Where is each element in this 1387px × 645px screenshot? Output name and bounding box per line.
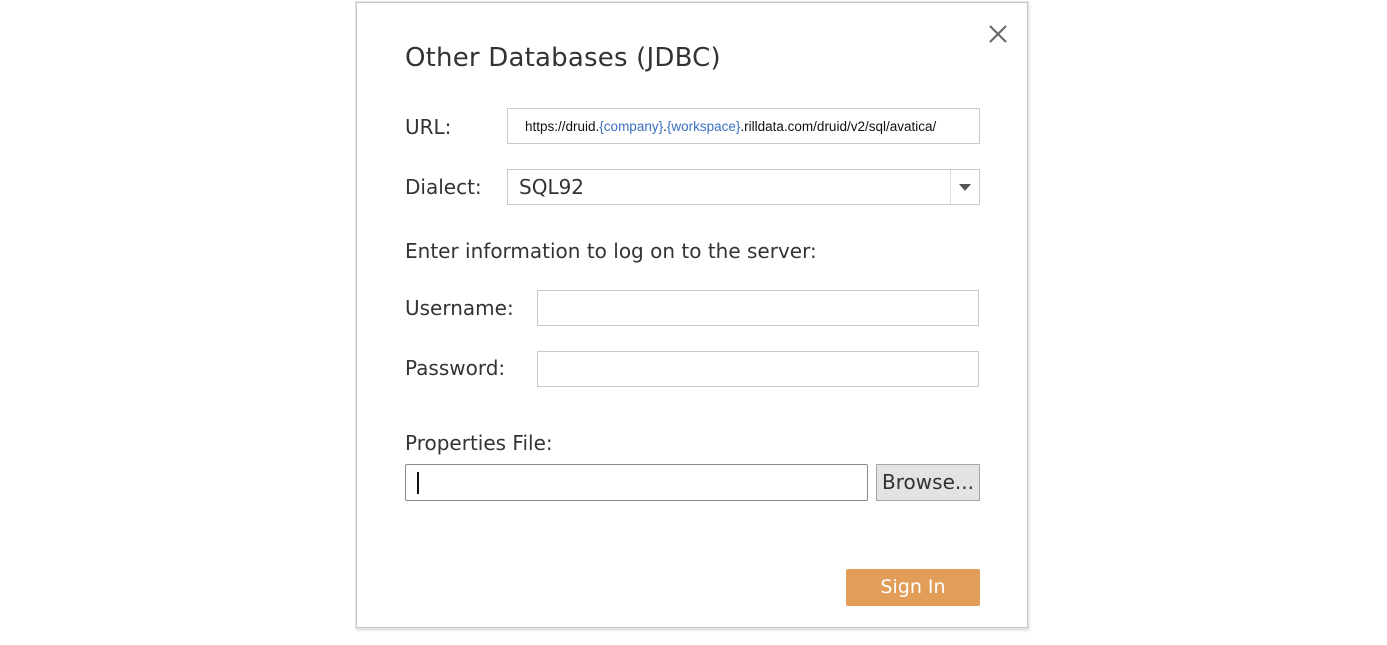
url-label: URL:	[405, 115, 452, 139]
login-heading: Enter information to log on to the serve…	[405, 239, 817, 263]
dialect-selected-value: SQL92	[519, 175, 585, 199]
dialect-select[interactable]: SQL92	[507, 169, 980, 205]
dialog-title: Other Databases (JDBC)	[405, 43, 721, 73]
url-segment: .rilldata.com/druid/v2/sql/avatica/	[740, 119, 937, 134]
select-divider	[950, 170, 951, 204]
username-input[interactable]	[537, 290, 979, 326]
browse-button[interactable]: Browse...	[876, 464, 980, 501]
chevron-down-icon[interactable]	[959, 184, 971, 191]
jdbc-connection-dialog: Other Databases (JDBC) URL: https://drui…	[356, 2, 1028, 628]
password-input[interactable]	[537, 351, 979, 387]
url-workspace-placeholder: {workspace}	[666, 119, 741, 134]
username-label: Username:	[405, 296, 514, 320]
text-caret	[417, 472, 419, 494]
close-icon[interactable]	[987, 23, 1009, 45]
url-segment: https://druid.	[525, 119, 600, 134]
url-input[interactable]: https://druid.{company}.{workspace}.rill…	[507, 108, 980, 144]
url-company-placeholder: {company}	[599, 119, 664, 134]
sign-in-button[interactable]: Sign In	[846, 569, 980, 606]
dialect-label: Dialect:	[405, 175, 482, 199]
properties-file-input[interactable]	[405, 464, 868, 501]
password-label: Password:	[405, 356, 506, 380]
properties-file-label: Properties File:	[405, 431, 553, 455]
